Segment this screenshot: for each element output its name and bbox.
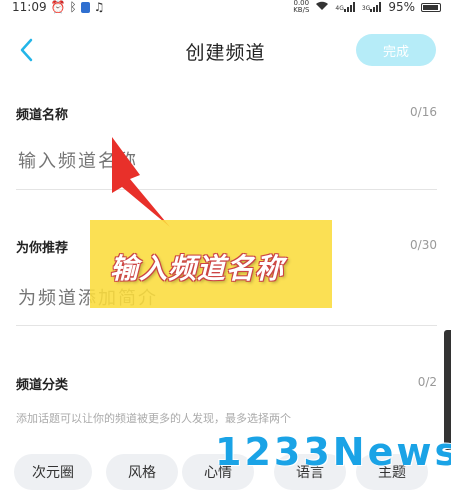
- done-button[interactable]: 完成: [356, 34, 436, 66]
- status-right: 0.00 KB/S 4G 3G 95%: [293, 0, 441, 14]
- qq-icon: ♫: [93, 0, 105, 14]
- status-left: 11:09 ⏰ ᛒ ♫: [12, 0, 105, 14]
- channel-name-input[interactable]: [16, 150, 440, 173]
- signal-label-2: 3G: [361, 5, 371, 12]
- battery-icon: [421, 2, 441, 12]
- tag-chip[interactable]: 次元圈: [14, 454, 92, 490]
- signal-icon-2: 3G: [362, 2, 382, 12]
- tag-chip[interactable]: 风格: [106, 454, 178, 490]
- status-bar: 11:09 ⏰ ᛒ ♫ 0.00 KB/S 4G 3G 95%: [0, 0, 451, 16]
- category-label: 频道分类: [16, 378, 69, 393]
- status-time: 11:09: [12, 0, 47, 14]
- battery-percent: 95%: [388, 0, 415, 14]
- net-speed: 0.00 KB/S: [293, 0, 309, 14]
- app-notification-icon: [80, 1, 90, 13]
- signal-icon-1: 4G: [335, 2, 355, 12]
- alarm-icon: ⏰: [50, 0, 66, 14]
- header: 创建频道 完成: [0, 30, 451, 70]
- overlay-banner-text: 输入频道名称: [110, 252, 285, 285]
- recommend-divider: [16, 325, 437, 326]
- category-hint: 添加话题可以让你的频道被更多的人发现，最多选择两个: [16, 412, 291, 425]
- bluetooth-icon: ᛒ: [69, 0, 77, 14]
- net-speed-unit: KB/S: [293, 6, 310, 14]
- channel-name-label: 频道名称: [16, 108, 69, 123]
- channel-name-count: 0/16: [410, 105, 437, 119]
- signal-label-1: 4G: [335, 5, 344, 12]
- recommend-count: 0/30: [410, 238, 437, 252]
- channel-name-divider: [16, 189, 437, 190]
- wifi-icon: [315, 0, 329, 14]
- red-arrow-annotation: [112, 137, 170, 227]
- watermark: 1233News: [215, 430, 451, 474]
- recommend-label: 为你推荐: [16, 241, 69, 256]
- category-count: 0/2: [417, 375, 437, 389]
